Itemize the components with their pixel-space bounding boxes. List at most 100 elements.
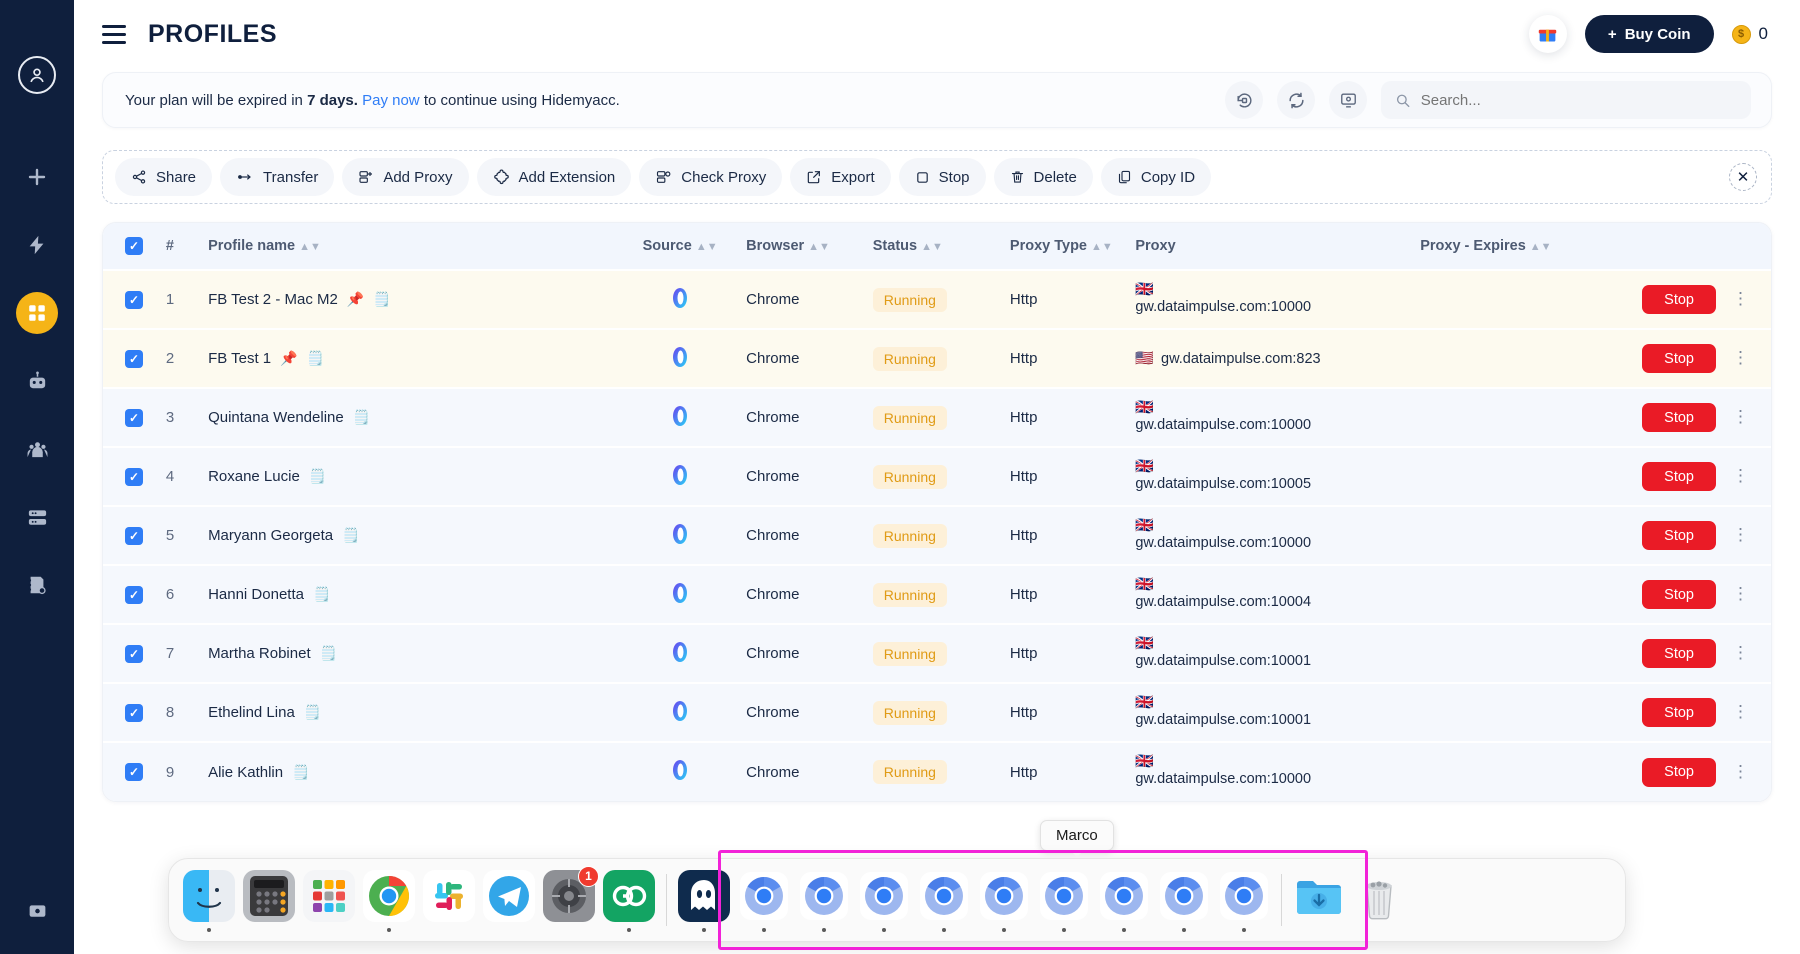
profile-name[interactable]: Hanni Donetta: [208, 586, 304, 603]
row-checkbox[interactable]: ✓: [125, 526, 143, 545]
header-number[interactable]: #: [157, 223, 201, 270]
profile-name[interactable]: Alie Kathlin: [208, 764, 283, 781]
row-more-menu-icon[interactable]: ⋮: [1732, 526, 1749, 543]
dock-item-chromium[interactable]: [914, 869, 974, 932]
pay-now-link[interactable]: Pay now: [362, 92, 420, 109]
share-button[interactable]: Share: [115, 158, 213, 196]
note-icon[interactable]: 🗒️: [342, 527, 359, 544]
row-stop-button[interactable]: Stop: [1642, 580, 1716, 609]
sidebar-item-team[interactable]: [16, 428, 58, 470]
table-row[interactable]: ✓ 2 FB Test 1 📌 🗒️ Chrome Running Http 🇺…: [103, 329, 1771, 388]
stop-button[interactable]: Stop: [898, 158, 986, 196]
dock-item-slack[interactable]: [419, 869, 479, 932]
dock-item-trash[interactable]: [1349, 869, 1409, 932]
table-row[interactable]: ✓ 5 Maryann Georgeta 🗒️ Chrome Running H…: [103, 506, 1771, 565]
row-more-menu-icon[interactable]: ⋮: [1732, 703, 1749, 720]
row-more-menu-icon[interactable]: ⋮: [1732, 763, 1749, 780]
table-row[interactable]: ✓ 1 FB Test 2 - Mac M2 📌 🗒️ Chrome Runni…: [103, 270, 1771, 329]
sidebar-item-proxy[interactable]: [16, 496, 58, 538]
row-more-menu-icon[interactable]: ⋮: [1732, 467, 1749, 484]
transfer-button[interactable]: Transfer: [220, 158, 335, 196]
dock-item-goodnotes[interactable]: [599, 869, 659, 932]
table-row[interactable]: ✓ 7 Martha Robinet 🗒️ Chrome Running Htt…: [103, 624, 1771, 683]
row-stop-button[interactable]: Stop: [1642, 521, 1716, 550]
note-icon[interactable]: 🗒️: [313, 586, 330, 603]
dock-item-chromium[interactable]: [974, 869, 1034, 932]
profile-name[interactable]: Martha Robinet: [208, 645, 311, 662]
search-input[interactable]: [1420, 91, 1737, 109]
sidebar-item-notes[interactable]: [16, 564, 58, 606]
screen-settings-icon[interactable]: [1329, 81, 1367, 119]
dock-item-launchpad[interactable]: [299, 869, 359, 932]
dock-item-chromium[interactable]: [1154, 869, 1214, 932]
sidebar-item-profile-avatar[interactable]: [18, 56, 56, 94]
note-icon[interactable]: 🗒️: [353, 409, 370, 426]
note-icon[interactable]: 🗒️: [373, 291, 390, 308]
copy-id-button[interactable]: Copy ID: [1100, 158, 1212, 196]
sidebar-item-profiles[interactable]: [16, 292, 58, 334]
note-icon[interactable]: 🗒️: [320, 645, 337, 662]
row-checkbox[interactable]: ✓: [125, 585, 143, 604]
close-toolbar-button[interactable]: ✕: [1729, 163, 1757, 191]
header-browser[interactable]: Browser ▲▼: [738, 223, 865, 270]
export-button[interactable]: Export: [790, 158, 891, 196]
row-stop-button[interactable]: Stop: [1642, 462, 1716, 491]
header-proxy-type[interactable]: Proxy Type ▲▼: [1001, 223, 1128, 270]
add-proxy-button[interactable]: Add Proxy: [342, 158, 469, 196]
table-row[interactable]: ✓ 3 Quintana Wendeline 🗒️ Chrome Running…: [103, 388, 1771, 447]
table-row[interactable]: ✓ 6 Hanni Donetta 🗒️ Chrome Running Http…: [103, 565, 1771, 624]
row-stop-button[interactable]: Stop: [1642, 757, 1716, 787]
sidebar-item-add[interactable]: [16, 156, 58, 198]
dock-item-google-chrome[interactable]: [359, 869, 419, 932]
profile-name[interactable]: Maryann Georgeta: [208, 527, 333, 544]
dock-item-finder[interactable]: [179, 869, 239, 932]
row-stop-button[interactable]: Stop: [1642, 285, 1716, 314]
row-checkbox[interactable]: ✓: [125, 703, 143, 722]
row-checkbox[interactable]: ✓: [125, 467, 143, 486]
row-checkbox[interactable]: ✓: [125, 290, 143, 309]
dock-item-chromium[interactable]: [734, 869, 794, 932]
row-more-menu-icon[interactable]: ⋮: [1732, 408, 1749, 425]
pin-icon[interactable]: 📌: [280, 350, 297, 367]
dock-item-chromium[interactable]: [1094, 869, 1154, 932]
dock-item-chromium[interactable]: [854, 869, 914, 932]
note-icon[interactable]: 🗒️: [309, 468, 326, 485]
gift-icon[interactable]: [1528, 15, 1567, 53]
row-stop-button[interactable]: Stop: [1642, 639, 1716, 668]
header-proxy-expires[interactable]: Proxy - Expires ▲▼: [1412, 223, 1613, 270]
dock-item-chromium[interactable]: [1214, 869, 1274, 932]
row-stop-button[interactable]: Stop: [1642, 344, 1716, 373]
row-more-menu-icon[interactable]: ⋮: [1732, 585, 1749, 602]
dock-item-telegram[interactable]: [479, 869, 539, 932]
note-icon[interactable]: 🗒️: [307, 350, 324, 367]
profile-name[interactable]: FB Test 2 - Mac M2: [208, 291, 338, 308]
header-proxy[interactable]: Proxy: [1127, 223, 1413, 270]
profile-name[interactable]: Quintana Wendeline: [208, 409, 344, 426]
history-icon[interactable]: [1225, 81, 1263, 119]
add-extension-button[interactable]: Add Extension: [476, 158, 632, 196]
note-icon[interactable]: 🗒️: [292, 764, 309, 781]
dock-item-hidemyacc[interactable]: [674, 869, 734, 932]
table-row[interactable]: ✓ 8 Ethelind Lina 🗒️ Chrome Running Http…: [103, 683, 1771, 742]
note-icon[interactable]: 🗒️: [304, 704, 321, 721]
table-row[interactable]: ✓ 9 Alie Kathlin 🗒️ Chrome Running Http …: [103, 742, 1771, 801]
row-checkbox[interactable]: ✓: [125, 644, 143, 663]
dock-item-system-settings[interactable]: 1: [539, 865, 599, 932]
search-box[interactable]: [1381, 81, 1751, 119]
refresh-icon[interactable]: [1277, 81, 1315, 119]
buy-coin-button[interactable]: + Buy Coin: [1584, 15, 1714, 53]
header-status[interactable]: Status ▲▼: [864, 223, 1002, 270]
header-profile-name[interactable]: Profile name ▲▼: [200, 223, 623, 270]
table-row[interactable]: ✓ 4 Roxane Lucie 🗒️ Chrome Running Http …: [103, 447, 1771, 506]
row-stop-button[interactable]: Stop: [1642, 403, 1716, 432]
dock-item-chromium[interactable]: [794, 869, 854, 932]
row-checkbox[interactable]: ✓: [125, 408, 143, 427]
delete-button[interactable]: Delete: [993, 158, 1093, 196]
sidebar-item-automation[interactable]: [16, 360, 58, 402]
hamburger-menu-icon[interactable]: [102, 24, 126, 44]
profile-name[interactable]: FB Test 1: [208, 350, 271, 367]
profile-name[interactable]: Roxane Lucie: [208, 468, 300, 485]
dock-item-calculator[interactable]: [239, 869, 299, 932]
profile-name[interactable]: Ethelind Lina: [208, 704, 295, 721]
dock-item-chromium[interactable]: [1034, 869, 1094, 932]
